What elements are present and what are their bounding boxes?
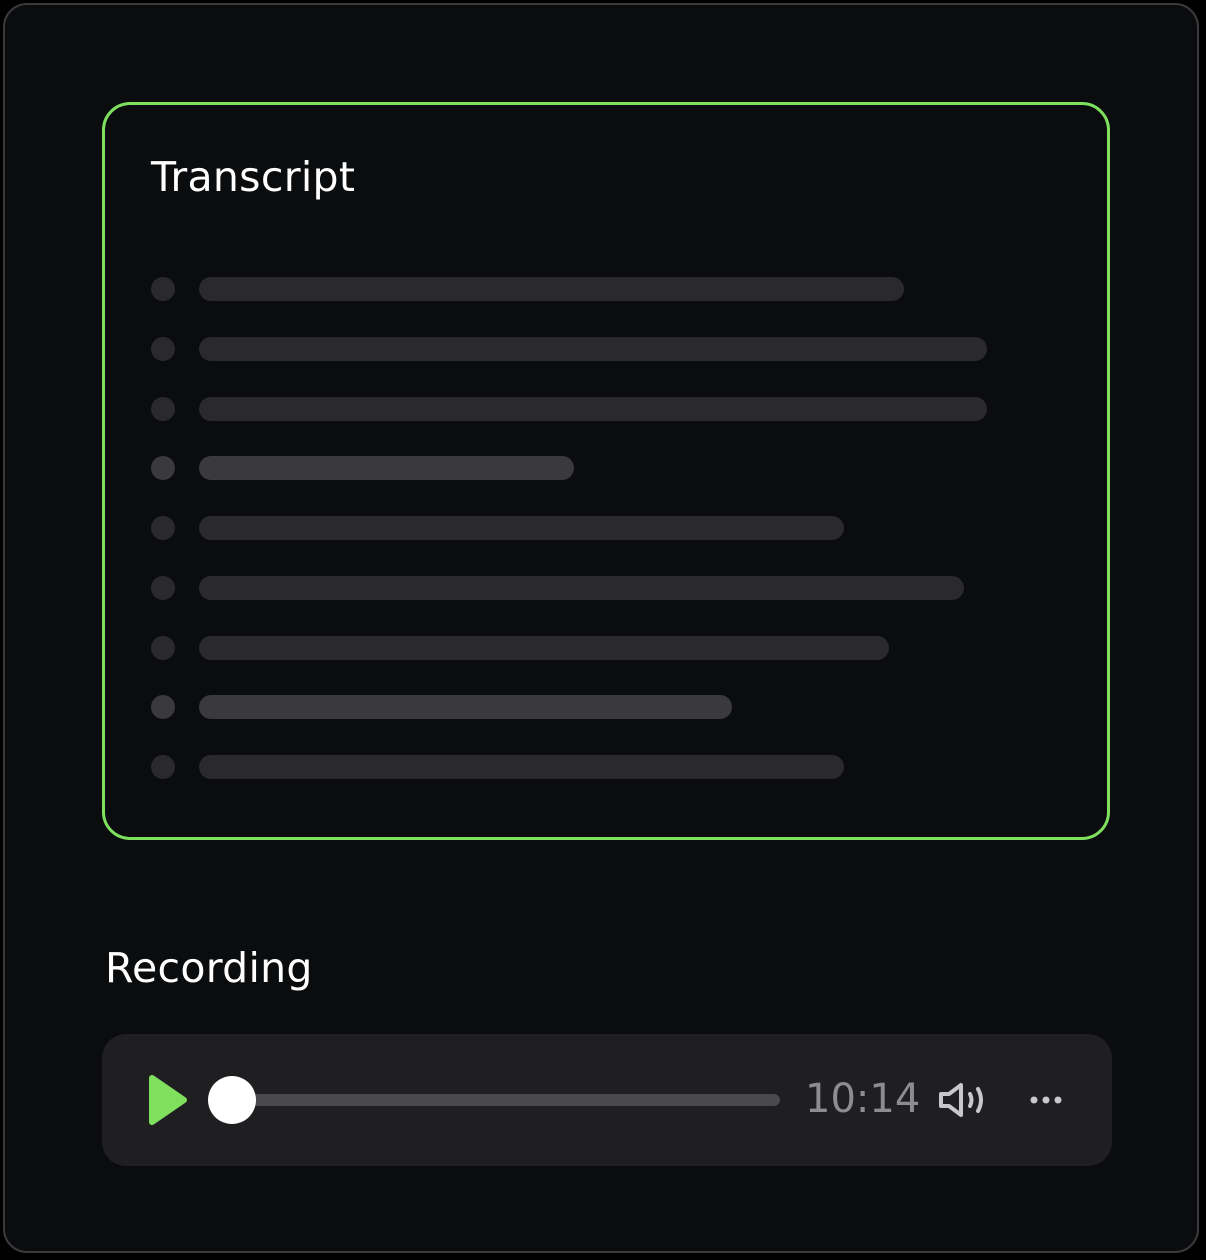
text-placeholder-bar bbox=[199, 755, 844, 779]
bullet-icon bbox=[151, 516, 175, 540]
bullet-icon bbox=[151, 277, 175, 301]
bullet-icon bbox=[151, 337, 175, 361]
text-placeholder-bar bbox=[199, 456, 574, 480]
transcript-panel: Transcript bbox=[102, 102, 1110, 840]
more-options-icon bbox=[1030, 1096, 1062, 1104]
play-button[interactable] bbox=[148, 1074, 188, 1126]
seek-bar[interactable] bbox=[232, 1094, 780, 1106]
bullet-icon bbox=[151, 576, 175, 600]
bullet-icon bbox=[151, 456, 175, 480]
bullet-icon bbox=[151, 636, 175, 660]
transcript-title: Transcript bbox=[151, 153, 356, 201]
text-placeholder-bar bbox=[199, 516, 844, 540]
seek-thumb[interactable] bbox=[208, 1076, 256, 1124]
recording-title: Recording bbox=[105, 944, 313, 992]
text-placeholder-bar bbox=[199, 636, 889, 660]
more-options-button[interactable] bbox=[1028, 1090, 1064, 1110]
text-placeholder-bar bbox=[199, 397, 987, 421]
volume-icon bbox=[939, 1083, 983, 1117]
audio-player: 10:14 bbox=[102, 1034, 1112, 1166]
bullet-icon bbox=[151, 397, 175, 421]
bullet-icon bbox=[151, 695, 175, 719]
time-display: 10:14 bbox=[805, 1076, 921, 1122]
bullet-icon bbox=[151, 755, 175, 779]
text-placeholder-bar bbox=[199, 277, 904, 301]
volume-button[interactable] bbox=[937, 1080, 991, 1120]
play-icon bbox=[149, 1075, 187, 1125]
text-placeholder-bar bbox=[199, 695, 732, 719]
text-placeholder-bar bbox=[199, 576, 964, 600]
app-window: Transcript Recording 10:14 bbox=[3, 3, 1199, 1253]
text-placeholder-bar bbox=[199, 337, 987, 361]
